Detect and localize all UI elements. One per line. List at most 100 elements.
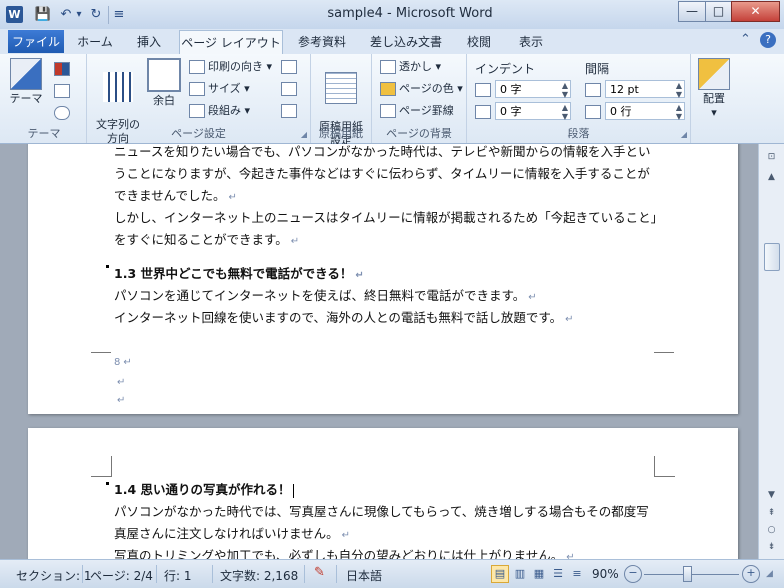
body-line-text: をすぐに知ることができます。	[114, 232, 288, 247]
page-3[interactable]: 1.4 思い通りの写真が作れる！ パソコンがなかった時代では、写真屋さんに現像し…	[28, 428, 738, 559]
word-app-icon[interactable]: W	[6, 6, 23, 23]
theme-colors-button[interactable]	[54, 60, 73, 78]
theme-effects-button[interactable]	[54, 104, 73, 122]
tab-home[interactable]: ホーム	[70, 30, 120, 54]
crop-mark-top-right	[654, 456, 675, 477]
zoom-out-icon[interactable]: −	[624, 565, 642, 583]
scrollbar-thumb[interactable]	[764, 243, 780, 271]
customize-qat-icon[interactable]: ≡	[112, 6, 126, 24]
indent-left-input[interactable]: 0 字 ▲ ▼	[495, 80, 571, 99]
word-window: W 💾 ↶ ▾ ↻ ≡ sample4 - Microsoft Word — □…	[0, 0, 784, 588]
watermark-button[interactable]: 透かし ▾	[380, 58, 441, 76]
outline-view-icon[interactable]: ☰	[549, 565, 567, 583]
undo-icon[interactable]: ↶	[58, 6, 74, 24]
zoom-in-icon[interactable]: +	[742, 565, 760, 583]
tab-file[interactable]: ファイル	[8, 30, 64, 53]
hyphenation-button[interactable]	[281, 102, 300, 120]
crop-mark-bottom-right	[654, 352, 674, 373]
spacing-after-spinner-icon[interactable]: ▲ ▼	[676, 103, 682, 121]
arrange-label: 配置	[703, 92, 725, 105]
next-page-icon[interactable]: ⇟	[763, 540, 780, 555]
tab-review[interactable]: 校閲	[458, 30, 500, 54]
body-line-text: 真屋さんに注文しなければいけません。	[114, 526, 339, 541]
paragraph-mark-icon: ↵	[117, 377, 126, 388]
tab-view[interactable]: 表示	[510, 30, 552, 54]
body-line-text: インターネット回線を使いますので、海外の人との電話も無料で話し放題です。	[114, 310, 563, 325]
group-paragraph: インデント 間隔 0 字 ▲ ▼ 0 字 ▲ ▼ 12 pt ▲ ▼ 0 行 ▲ ▼ 段落 ◢	[467, 54, 691, 143]
body-line: ニュースを知りたい場合でも、パソコンがなかった時代は、テレビや新聞からの情報を入…	[114, 144, 651, 159]
body-line-text: 写真のトリミングや加工でも、必ずしも自分の望みどおりには仕上がりません。	[114, 548, 564, 559]
previous-page-icon[interactable]: ⇞	[763, 506, 780, 521]
theme-effects-icon	[54, 106, 70, 120]
redo-icon[interactable]: ↻	[88, 6, 104, 24]
theme-button-label: テーマ	[9, 92, 43, 105]
status-section[interactable]: セクション: 1	[16, 567, 92, 584]
indent-left-value: 0 字	[500, 83, 522, 96]
zoom-slider-thumb[interactable]	[682, 566, 692, 582]
browse-object-icon[interactable]: ○	[763, 523, 780, 538]
scroll-down-icon[interactable]: ▼	[763, 488, 780, 503]
full-screen-reading-view-icon[interactable]: ▥	[511, 565, 529, 583]
size-button[interactable]: サイズ ▾	[189, 80, 250, 98]
heading-bullet-icon	[106, 482, 109, 485]
group-theme: テーマ テーマ	[2, 54, 87, 143]
spacing-after-input[interactable]: 0 行 ▲ ▼	[605, 102, 685, 121]
page-2[interactable]: ニュースを知りたい場合でも、パソコンがなかった時代は、テレビや新聞からの情報を入…	[28, 144, 738, 414]
undo-dropdown-icon[interactable]: ▾	[74, 6, 84, 24]
indent-right-spinner-icon[interactable]: ▲ ▼	[562, 103, 568, 121]
indent-right-input[interactable]: 0 字 ▲ ▼	[495, 102, 571, 121]
paragraph-mark-icon: ↵	[566, 552, 575, 559]
proofing-error-icon[interactable]: ✎	[314, 565, 325, 580]
minimize-button[interactable]: —	[678, 1, 706, 22]
theme-fonts-button[interactable]	[54, 82, 73, 100]
theme-button[interactable]: テーマ	[8, 58, 44, 106]
orientation-button[interactable]: 印刷の向き ▾	[189, 58, 272, 76]
status-line[interactable]: 行: 1	[164, 567, 192, 584]
spacing-before-spinner-icon[interactable]: ▲ ▼	[676, 81, 682, 99]
maximize-button[interactable]: □	[705, 1, 732, 22]
orientation-icon	[189, 60, 205, 74]
resize-grip-icon[interactable]: ◢	[766, 569, 773, 579]
status-word-count[interactable]: 文字数: 2,168	[220, 567, 298, 584]
web-layout-view-icon[interactable]: ▦	[530, 565, 548, 583]
document-area[interactable]: ニュースを知りたい場合でも、パソコンがなかった時代は、テレビや新聞からの情報を入…	[0, 144, 758, 559]
text-cursor	[292, 483, 294, 498]
ruler-toggle-icon[interactable]: ⊡	[763, 150, 780, 165]
help-icon[interactable]: ?	[760, 32, 776, 48]
vertical-scrollbar[interactable]: ⊡ ▲ ▼ ⇞ ○ ⇟	[758, 144, 784, 559]
margins-button[interactable]: 余白	[147, 58, 181, 108]
tab-page-layout[interactable]: ページ レイアウト	[179, 30, 283, 55]
arrange-button[interactable]: 配置 ▾	[695, 58, 733, 120]
line-numbers-button[interactable]	[281, 80, 300, 98]
status-language[interactable]: 日本語	[346, 567, 382, 584]
page-color-label: ページの色	[399, 82, 454, 95]
close-button[interactable]: ✕	[731, 1, 780, 22]
breaks-button[interactable]	[281, 58, 300, 76]
group-label-paragraph: 段落	[567, 127, 590, 140]
tab-mailings[interactable]: 差し込み文書	[364, 30, 448, 54]
spacing-after-icon	[585, 105, 601, 119]
save-icon[interactable]: 💾	[34, 6, 52, 24]
page-setup-dialog-launcher-icon[interactable]: ◢	[301, 130, 307, 139]
columns-button[interactable]: 段組み ▾	[189, 102, 250, 120]
tab-references[interactable]: 参考資料	[290, 30, 354, 54]
draft-view-icon[interactable]: ≡	[568, 565, 586, 583]
status-page[interactable]: ページ: 2/4	[90, 567, 153, 584]
tab-insert[interactable]: 挿入	[126, 30, 172, 54]
print-layout-view-icon[interactable]: ▤	[491, 565, 509, 583]
collapse-ribbon-icon[interactable]: ⌃	[740, 32, 751, 47]
paragraph-dialog-launcher-icon[interactable]: ◢	[681, 130, 687, 139]
size-label: サイズ	[208, 82, 241, 95]
group-genkou: 原稿用紙 設定 原稿用紙	[311, 54, 372, 147]
paragraph-mark-icon: ↵	[117, 395, 126, 406]
indent-left-spinner-icon[interactable]: ▲ ▼	[562, 81, 568, 99]
body-line-text: できませんでした。	[114, 188, 226, 203]
page-color-button[interactable]: ページの色 ▾	[380, 80, 463, 98]
page-borders-button[interactable]: ページ罫線	[380, 102, 454, 120]
scroll-up-icon[interactable]: ▲	[763, 170, 780, 185]
group-page-setup: 文字列の 方向 余白 印刷の向き ▾ サイズ ▾ 段組み ▾ ページ設定 ◢	[87, 54, 311, 145]
zoom-level[interactable]: 90%	[592, 567, 619, 581]
spacing-before-input[interactable]: 12 pt ▲ ▼	[605, 80, 685, 99]
indent-right-icon	[475, 105, 491, 119]
orientation-label: 印刷の向き	[208, 60, 263, 73]
